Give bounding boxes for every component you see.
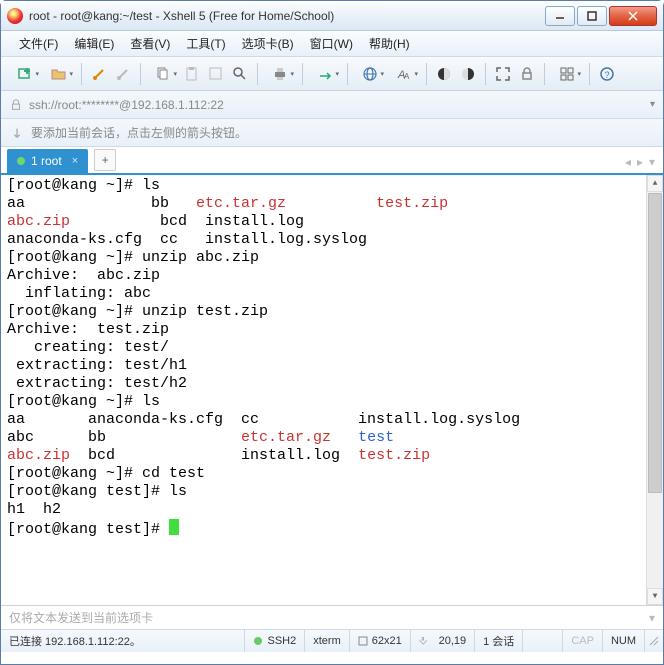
toolbar: AA ? <box>1 57 663 91</box>
menu-edit[interactable]: 编辑(E) <box>66 32 122 55</box>
status-num: NUM <box>603 630 645 652</box>
transfer-button[interactable] <box>309 63 341 85</box>
minimize-button[interactable] <box>545 6 575 26</box>
toolbar-separator <box>302 63 303 85</box>
reconnect-button[interactable] <box>88 63 110 85</box>
toolbar-separator <box>426 63 427 85</box>
print-button[interactable] <box>264 63 296 85</box>
compose-dropdown-icon[interactable]: ▾ <box>649 611 655 625</box>
copy-button[interactable] <box>147 63 179 85</box>
status-ssh: SSH2 <box>245 630 305 652</box>
lock-icon <box>9 98 23 112</box>
tab-list-icon[interactable]: ▾ <box>649 155 655 169</box>
tabbar-nav: ◂ ▸ ▾ <box>625 155 655 169</box>
font-button[interactable]: AA <box>388 63 420 85</box>
toolbar-separator <box>257 63 258 85</box>
window-title: root - root@kang:~/test - Xshell 5 (Free… <box>29 9 543 23</box>
scroll-up-icon[interactable]: ▲ <box>647 175 663 192</box>
status-spacer1 <box>523 630 563 652</box>
window-controls <box>543 6 657 26</box>
resize-grip-icon[interactable] <box>645 630 663 652</box>
infobar: 要添加当前会话，点击左侧的箭头按钮。 <box>1 119 663 147</box>
menu-view[interactable]: 查看(V) <box>122 32 178 55</box>
infobar-text: 要添加当前会话，点击左侧的箭头按钮。 <box>31 124 247 141</box>
find-button[interactable] <box>229 63 251 85</box>
toolbar-separator <box>544 63 545 85</box>
tab-label: 1 root <box>31 154 62 168</box>
status-size: 62x21 <box>350 630 411 652</box>
menu-help[interactable]: 帮助(H) <box>361 32 418 55</box>
compose-bar[interactable]: 仅将文本发送到当前选项卡 ▾ <box>1 605 663 629</box>
session-tab[interactable]: 1 root × <box>7 149 88 173</box>
layout-button[interactable] <box>551 63 583 85</box>
menu-tabs[interactable]: 选项卡(B) <box>234 32 302 55</box>
tab-prev-icon[interactable]: ◂ <box>625 155 631 169</box>
status-connection: 已连接 192.168.1.112:22。 <box>1 630 245 652</box>
toolbar-separator <box>81 63 82 85</box>
new-session-button[interactable] <box>9 63 41 85</box>
scroll-thumb[interactable] <box>648 193 662 493</box>
menu-tools[interactable]: 工具(T) <box>178 32 233 55</box>
lock-button[interactable] <box>516 63 538 85</box>
address-text[interactable]: ssh://root:********@192.168.1.112:22 <box>29 98 650 112</box>
fullscreen-button[interactable] <box>492 63 514 85</box>
scroll-down-icon[interactable]: ▼ <box>647 588 663 605</box>
toolbar-separator <box>140 63 141 85</box>
maximize-button[interactable] <box>577 6 607 26</box>
status-term: xterm <box>305 630 350 652</box>
new-tab-button[interactable]: + <box>94 149 116 171</box>
paste-button[interactable] <box>181 63 203 85</box>
menubar: 文件(F) 编辑(E) 查看(V) 工具(T) 选项卡(B) 窗口(W) 帮助(… <box>1 31 663 57</box>
svg-text:?: ? <box>605 70 610 80</box>
terminal-output: [root@kang ~]# lsaa bb etc.tar.gz test.z… <box>7 177 657 539</box>
statusbar: 已连接 192.168.1.112:22。 SSH2 xterm 62x21 ⎀… <box>1 629 663 652</box>
disconnect-button[interactable] <box>112 63 134 85</box>
menu-file[interactable]: 文件(F) <box>11 32 66 55</box>
web-button[interactable] <box>354 63 386 85</box>
connected-indicator-icon <box>17 157 25 165</box>
terminal[interactable]: [root@kang ~]# lsaa bb etc.tar.gz test.z… <box>1 175 663 605</box>
menu-window[interactable]: 窗口(W) <box>302 32 361 55</box>
titlebar: root - root@kang:~/test - Xshell 5 (Free… <box>1 1 663 31</box>
app-icon <box>7 8 23 24</box>
compose-placeholder: 仅将文本发送到当前选项卡 <box>9 609 153 626</box>
status-sessions: 1 会话 <box>475 630 523 652</box>
open-button[interactable] <box>43 63 75 85</box>
tabbar: 1 root × + ◂ ▸ ▾ <box>1 147 663 175</box>
toolbar-separator <box>347 63 348 85</box>
help-button[interactable]: ? <box>596 63 618 85</box>
toolbar-separator <box>485 63 486 85</box>
addressbar: ssh://root:********@192.168.1.112:22 ▾ <box>1 91 663 119</box>
vertical-scrollbar[interactable]: ▲ ▼ <box>646 175 663 605</box>
tab-close-icon[interactable]: × <box>72 155 78 167</box>
close-button[interactable] <box>609 6 657 26</box>
add-session-arrow-icon[interactable] <box>9 125 25 141</box>
status-cap: CAP <box>563 630 603 652</box>
color-scheme-button[interactable] <box>433 63 455 85</box>
toolbar-separator <box>589 63 590 85</box>
tab-next-icon[interactable]: ▸ <box>637 155 643 169</box>
address-dropdown-icon[interactable]: ▾ <box>650 99 655 110</box>
color-scheme2-button[interactable] <box>457 63 479 85</box>
svg-text:A: A <box>404 72 410 81</box>
status-pos: ⎀ 20,19 <box>411 630 475 652</box>
properties-button[interactable] <box>205 63 227 85</box>
